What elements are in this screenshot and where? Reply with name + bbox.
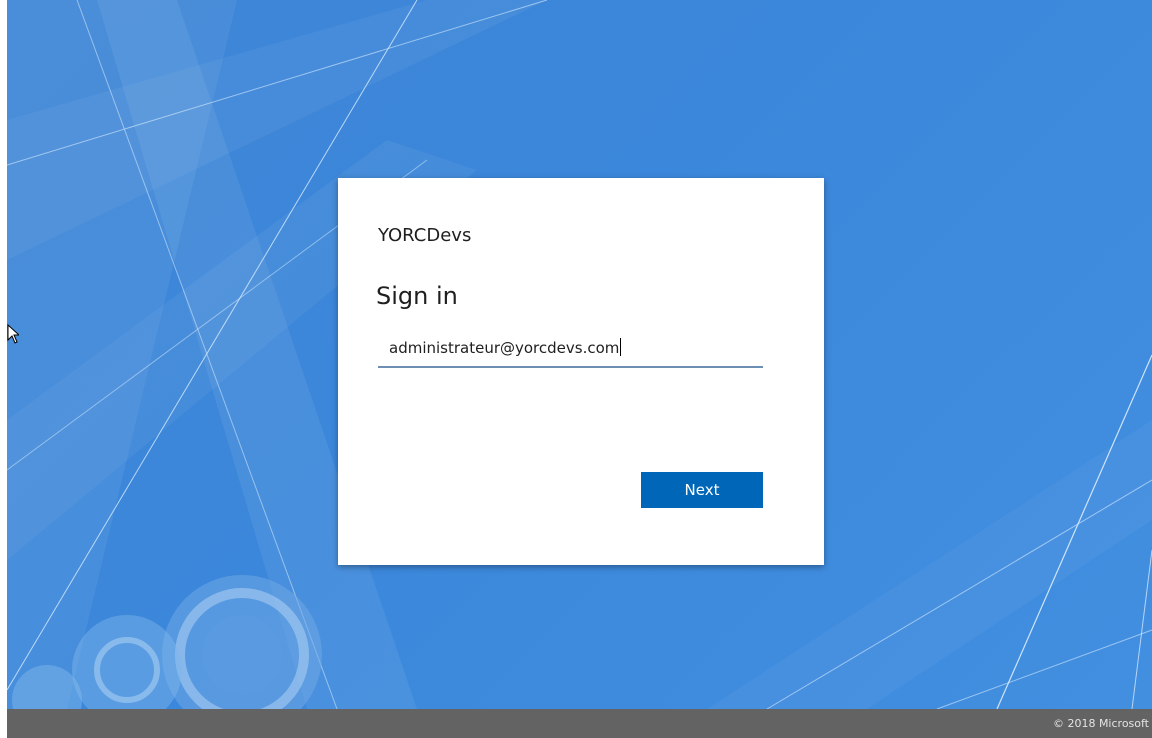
email-input[interactable]: administrateur@yorcdevs.com <box>378 332 763 368</box>
sign-in-dialog: YORCDevs Sign in administrateur@yorcdevs… <box>338 178 824 565</box>
copyright-text: © 2018 Microsoft <box>1052 717 1149 730</box>
email-text: administrateur@yorcdevs.com <box>389 339 620 357</box>
left-edge-strip <box>0 0 7 738</box>
organization-name: YORCDevs <box>378 225 472 246</box>
lock-screen: YORCDevs Sign in administrateur@yorcdevs… <box>0 0 1152 738</box>
next-button[interactable]: Next <box>641 472 763 508</box>
mouse-pointer-icon <box>7 323 21 348</box>
sign-in-heading: Sign in <box>376 282 458 310</box>
text-caret <box>620 338 622 356</box>
footer-bar: © 2018 Microsoft <box>7 709 1152 738</box>
email-input-value: administrateur@yorcdevs.com <box>389 338 622 357</box>
